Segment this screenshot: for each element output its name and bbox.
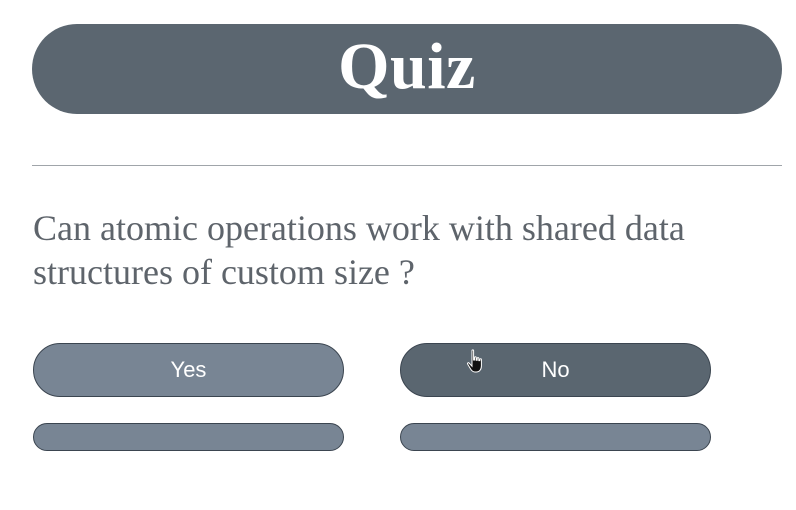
yes-button-label: Yes: [170, 357, 207, 382]
answer-bar-right[interactable]: [400, 423, 711, 451]
page-title: Quiz: [338, 30, 476, 103]
yes-button[interactable]: Yes: [33, 343, 344, 397]
no-button-label: No: [541, 357, 570, 382]
question-text: Can atomic operations work with shared d…: [33, 208, 685, 292]
hand-pointer-icon: [466, 349, 482, 373]
no-button[interactable]: No: [400, 343, 711, 397]
title-banner: Quiz: [32, 24, 782, 114]
quiz-page: Quiz Can atomic operations work with sha…: [0, 0, 796, 510]
divider: [32, 165, 782, 166]
answer-bar-left[interactable]: [33, 423, 344, 451]
